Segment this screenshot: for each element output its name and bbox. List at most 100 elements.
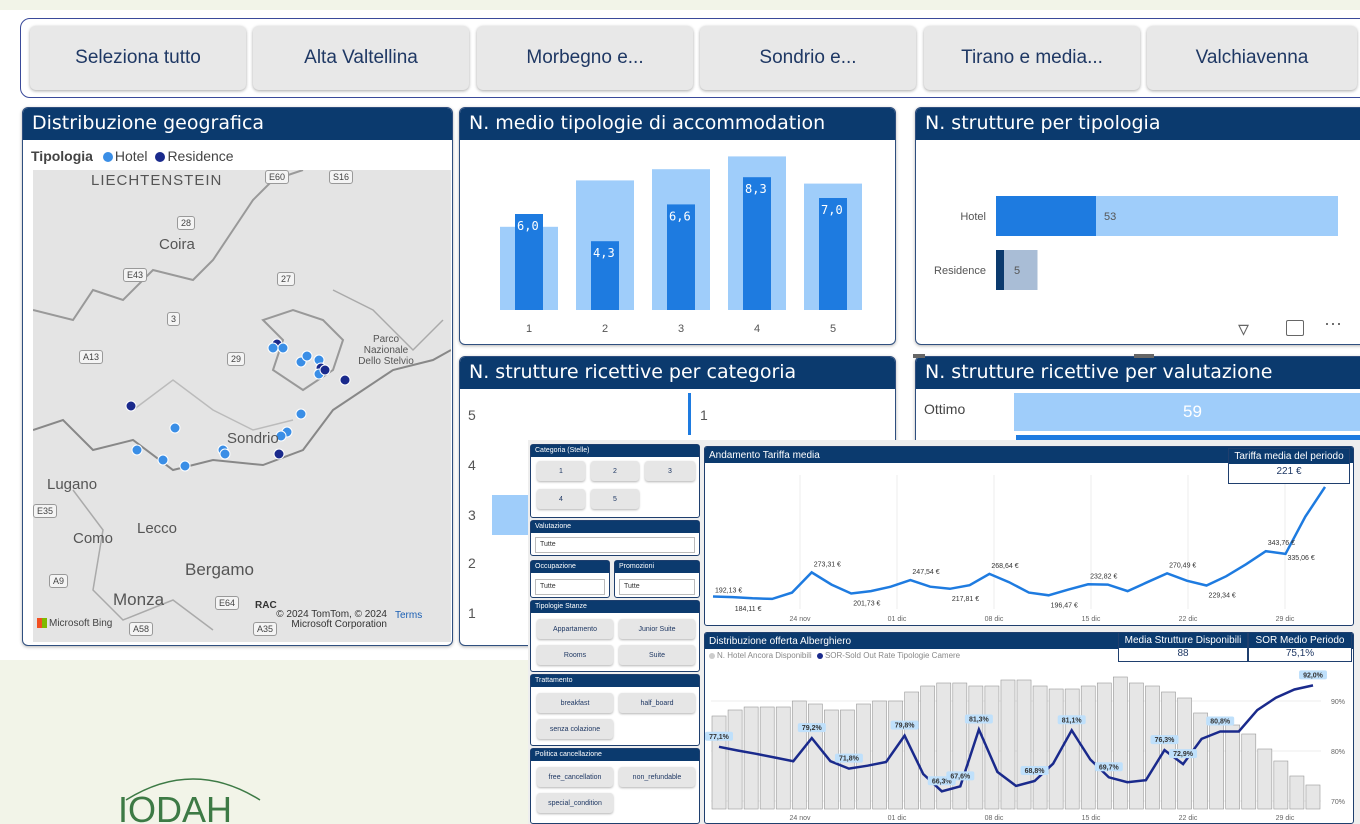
- sor-point-label: 81,1%: [1062, 717, 1083, 724]
- tariff-point-label: 192,13 €: [715, 587, 742, 594]
- slicer-morbegno-button[interactable]: Morbegno e...: [477, 26, 693, 90]
- road-shield: S16: [329, 170, 354, 184]
- promotions-dropdown[interactable]: Tutte: [619, 579, 695, 595]
- treatment-no-breakfast-button[interactable]: senza colazione: [537, 719, 613, 739]
- rating-dropdown[interactable]: Tutte: [535, 537, 695, 553]
- free-cancellation-button[interactable]: free_cancellation: [537, 767, 613, 787]
- avg-x-tick: 4: [754, 323, 760, 335]
- road-shield: 29: [227, 352, 246, 366]
- treatment-half-board-button[interactable]: half_board: [619, 693, 695, 713]
- resize-handle[interactable]: [913, 354, 925, 358]
- tariff-trend-chart: 24 nov 01 dic 08 dic 15 dic 22 dic 29 dic 192,…: [712, 475, 1327, 623]
- map-point: [219, 448, 231, 460]
- sor-dot-icon: [816, 653, 823, 659]
- offer-bar: [1193, 712, 1208, 810]
- focus-mode-icon[interactable]: [1286, 320, 1304, 336]
- map-terms-link[interactable]: Terms: [395, 610, 422, 621]
- sor-kpi-title: SOR Medio Periodo: [1249, 633, 1351, 648]
- offer-bar: [1225, 724, 1241, 810]
- cancellation-filter-title: Politica cancellazione: [531, 749, 699, 761]
- road-shield: E35: [33, 504, 58, 518]
- rating-filter-panel: Valutazione Tutte: [530, 520, 700, 556]
- offer-bar: [1257, 748, 1273, 810]
- map-view[interactable]: LIECHTENSTEIN Coira Parco Nazionale Dell…: [33, 170, 451, 642]
- sor-point-label: 68,8%: [1025, 768, 1046, 775]
- avg-bar: [743, 177, 771, 310]
- offer-bar: [1305, 784, 1321, 810]
- map-label: Como: [73, 530, 114, 547]
- map-point: [179, 460, 191, 472]
- avg-x-tick: 1: [526, 323, 532, 335]
- tariff-point-label: 335,06 €: [1288, 555, 1315, 562]
- tariff-point-label: 232,82 €: [1090, 573, 1117, 580]
- map-point: [125, 400, 137, 412]
- tariff-point-label: 343,76 €: [1268, 540, 1295, 547]
- room-apartment-button[interactable]: Appartamento: [537, 619, 613, 639]
- bing-attribution: Microsoft Bing: [49, 618, 113, 629]
- slicer-valchiavenna-button[interactable]: Valchiavenna: [1147, 26, 1357, 90]
- map-point: [319, 364, 331, 376]
- resize-handle[interactable]: [1134, 354, 1154, 358]
- offer-bar: [808, 703, 823, 810]
- sor-point-label: 79,2%: [802, 725, 823, 732]
- map-point: [339, 374, 351, 386]
- category-filter-title: Categoria (Stelle): [531, 445, 699, 457]
- available-dot-icon: [709, 653, 715, 659]
- promotions-filter-title: Promozioni: [615, 561, 699, 573]
- structures-by-rating-title: N. strutture ricettive per valutazione: [916, 357, 1360, 389]
- slicer-select-all-button[interactable]: Seleziona tutto: [30, 26, 246, 90]
- treatment-breakfast-button[interactable]: breakfast: [537, 693, 613, 713]
- map-label: LIECHTENSTEIN: [91, 172, 223, 189]
- sor-point-label: 72,9%: [1173, 751, 1194, 758]
- slicer-tirano-button[interactable]: Tirano e media...: [924, 26, 1140, 90]
- map-copyright: © 2024 TomTom, © 2024 Microsoft Corporat…: [276, 609, 387, 630]
- tariff-x-tick: 29 dic: [1276, 616, 1295, 623]
- category-label: 4: [468, 457, 476, 473]
- sor-point-label: 71,8%: [839, 756, 860, 763]
- legend-hotel[interactable]: Hotel: [115, 148, 148, 164]
- structures-by-type-chart: 53 Hotel 5 Residence: [934, 196, 1338, 290]
- category-1-button[interactable]: 1: [537, 461, 585, 481]
- road-shield: A9: [49, 574, 69, 588]
- category-2-button[interactable]: 2: [591, 461, 639, 481]
- type-bar-label: 5: [1014, 265, 1020, 277]
- room-junior-suite-button[interactable]: Junior Suite: [619, 619, 695, 639]
- road-shield: 3: [167, 312, 181, 326]
- treatment-filter-panel: Trattamento breakfast half_board senza c…: [530, 674, 700, 746]
- avg-accommodation-card: N. medio tipologie di accommodation 6,0 1…: [459, 107, 896, 345]
- slicer-alta-valtellina-button[interactable]: Alta Valtellina: [253, 26, 469, 90]
- map-point: [267, 342, 279, 354]
- category-3-button[interactable]: 3: [645, 461, 695, 481]
- special-condition-button[interactable]: special_condition: [537, 793, 613, 813]
- dashboard-stage: Seleziona tutto Alta Valtellina Morbegno…: [0, 0, 1360, 824]
- sor-point-label: 80,8%: [1210, 719, 1231, 726]
- treatment-filter-title: Trattamento: [531, 675, 699, 687]
- avg-accommodation-chart: 6,0 1 4,3 2 6,6 3 8,3 4 7,0 5: [500, 156, 862, 335]
- road-shield: E43: [123, 268, 148, 282]
- legend-residence[interactable]: Residence: [167, 148, 233, 164]
- category-bar[interactable]: [688, 393, 691, 435]
- occupancy-dropdown[interactable]: Tutte: [535, 579, 605, 595]
- map-point: [295, 408, 307, 420]
- filter-icon[interactable]: ▿: [1238, 316, 1249, 342]
- room-rooms-button[interactable]: Rooms: [537, 645, 613, 665]
- map-label: Bergamo: [185, 560, 254, 579]
- offer-bar: [952, 682, 968, 810]
- category-bar[interactable]: [492, 495, 532, 535]
- road-shield: 27: [277, 272, 296, 286]
- rating-bar[interactable]: 59: [1014, 393, 1360, 431]
- tariff-point-label: 268,64 €: [991, 563, 1018, 570]
- category-label: 3: [468, 507, 476, 523]
- avg-accommodation-title: N. medio tipologie di accommodation: [460, 108, 895, 140]
- slicer-sondrio-button[interactable]: Sondrio e...: [700, 26, 916, 90]
- tariff-kpi-title: Tariffa media del periodo: [1229, 449, 1349, 464]
- offer-bar: [1113, 676, 1128, 810]
- avg-bar-label: 6,6: [669, 209, 691, 223]
- category-4-button[interactable]: 4: [537, 489, 585, 509]
- more-options-icon[interactable]: ⋯: [1324, 314, 1342, 335]
- microsoft-logo-icon: [37, 618, 47, 628]
- non-refundable-button[interactable]: non_refundable: [619, 767, 695, 787]
- room-suite-button[interactable]: Suite: [619, 645, 695, 665]
- category-5-button[interactable]: 5: [591, 489, 639, 509]
- offer-bar: [1032, 685, 1048, 810]
